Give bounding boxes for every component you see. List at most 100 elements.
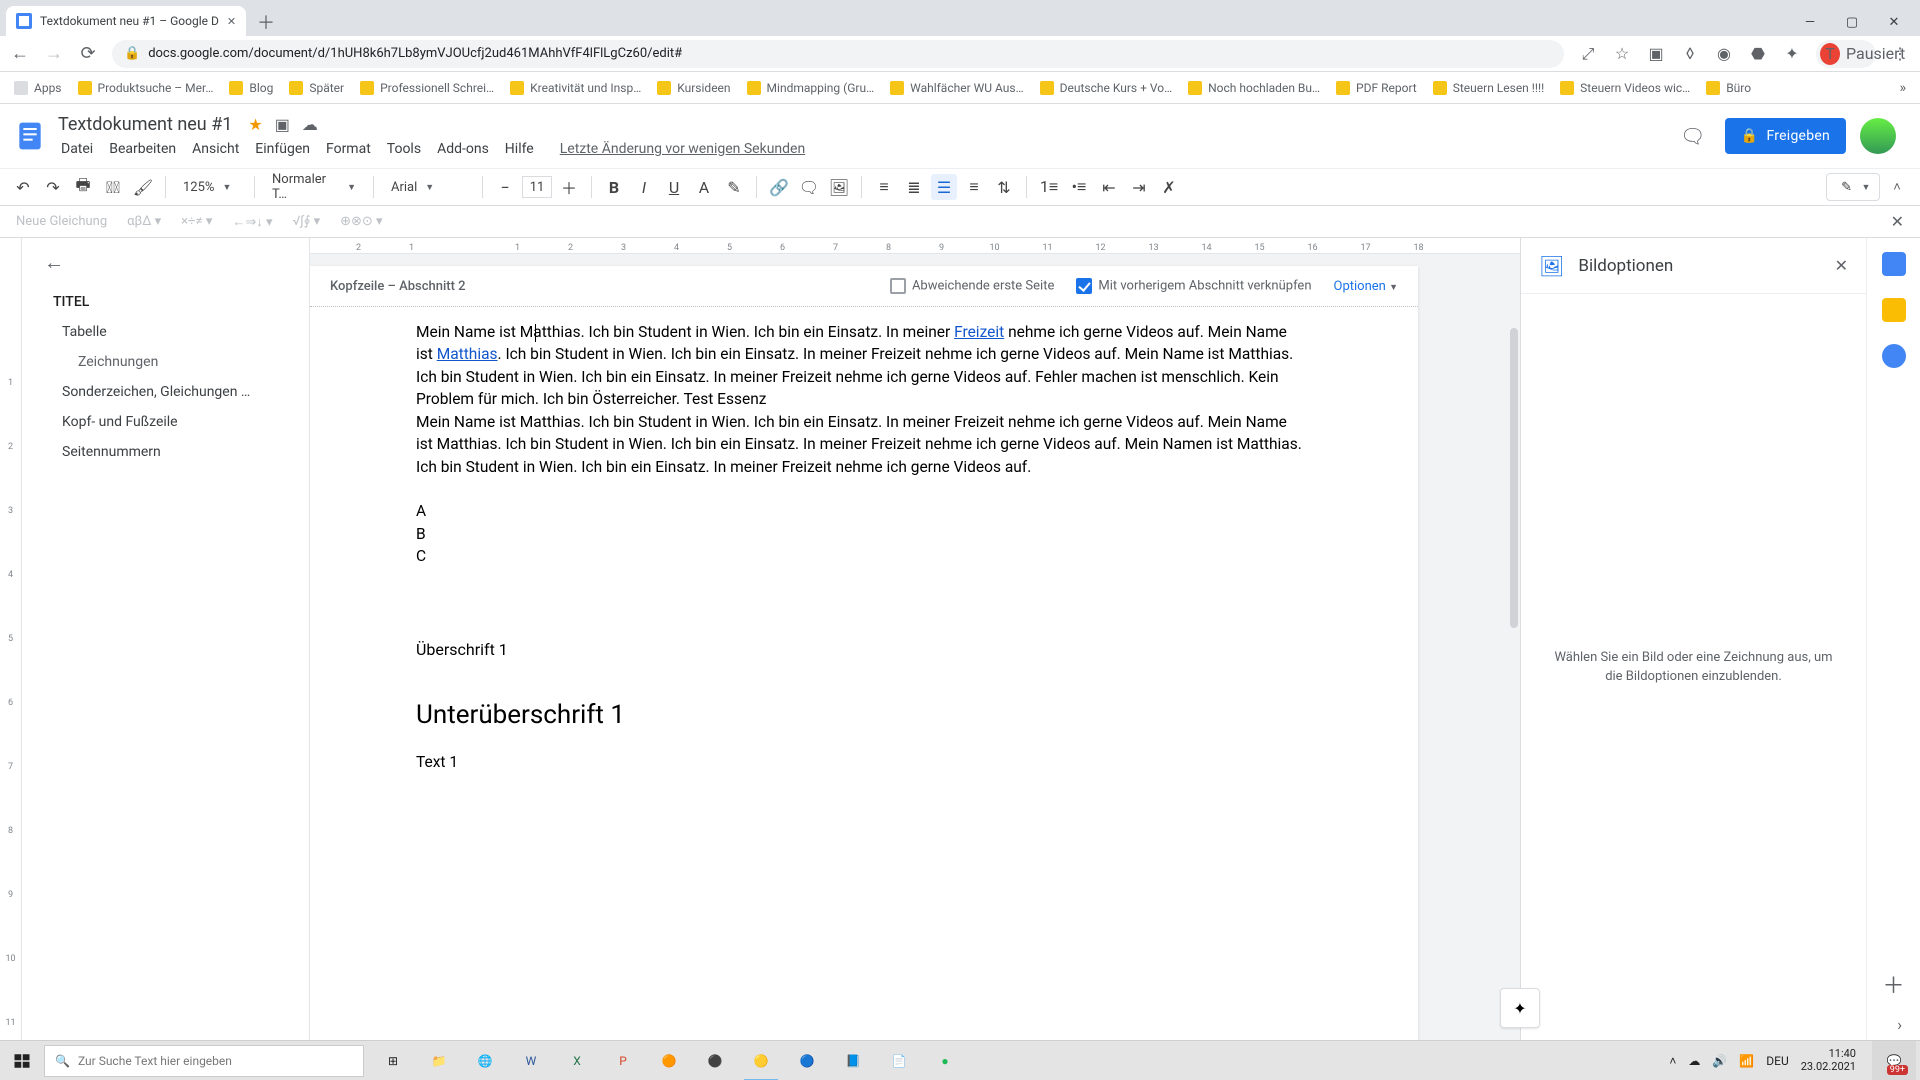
menu-icon[interactable]: ⋮ [1890, 44, 1910, 63]
tasks-app-icon[interactable] [1882, 344, 1906, 368]
task-view-icon[interactable]: ⊞ [370, 1041, 416, 1080]
taskbar-clock[interactable]: 11:4023.02.2021 [1801, 1048, 1860, 1073]
spotify-icon[interactable]: ● [922, 1041, 968, 1080]
menu-addons[interactable]: Add-ons [430, 138, 496, 160]
link-previous-checkbox[interactable]: Mit vorherigem Abschnitt verknüpfen [1076, 278, 1311, 294]
move-doc-icon[interactable]: ▣ [275, 115, 290, 134]
outline-item[interactable]: Tabelle [44, 317, 299, 347]
outline-item[interactable]: Kopf- und Fußzeile [44, 407, 299, 437]
indent-icon[interactable]: ⇥ [1126, 174, 1152, 200]
browser-tab[interactable]: Textdokument neu #1 – Google D ✕ [6, 6, 246, 36]
scrollbar-thumb[interactable] [1510, 328, 1518, 628]
align-center-icon[interactable]: ≣ [901, 174, 927, 200]
bookmark-item[interactable]: Produktsuche – Mer… [78, 81, 214, 95]
numbered-list-icon[interactable]: 1≡ [1036, 174, 1062, 200]
close-equation-bar-icon[interactable]: ✕ [1891, 212, 1904, 231]
align-right-icon[interactable]: ≡ [961, 174, 987, 200]
volume-icon[interactable]: 🔊 [1712, 1054, 1727, 1068]
redo-icon[interactable]: ↷ [40, 174, 66, 200]
outline-back-icon[interactable]: ← [44, 250, 299, 275]
link-icon[interactable]: 🔗 [766, 174, 792, 200]
bookmark-apps[interactable]: Apps [14, 81, 62, 95]
bookmark-item[interactable]: Kursideen [657, 81, 730, 95]
star-icon[interactable]: ☆ [1612, 44, 1632, 63]
editing-mode-button[interactable]: ✎▼ [1826, 173, 1880, 201]
italic-icon[interactable]: I [631, 174, 657, 200]
excel-icon[interactable]: X [554, 1041, 600, 1080]
docs-logo-icon[interactable] [8, 114, 52, 158]
font-size-input[interactable]: 11 [522, 176, 552, 198]
comment-icon[interactable]: 🗨 [796, 174, 822, 200]
comments-icon[interactable]: 🗨 [1675, 118, 1711, 154]
tray-overflow-icon[interactable]: ˄ [1669, 1054, 1676, 1068]
font-size-dec-icon[interactable]: − [492, 174, 518, 200]
underline-icon[interactable]: U [661, 174, 687, 200]
bulleted-list-icon[interactable]: •≡ [1066, 174, 1092, 200]
ext1-icon[interactable]: ◊ [1680, 44, 1700, 63]
bookmark-item[interactable]: Professionell Schrei… [360, 81, 494, 95]
eq-calc-icon[interactable]: √∫∮ ▾ [293, 214, 321, 229]
keep-app-icon[interactable] [1882, 298, 1906, 322]
menu-tools[interactable]: Tools [380, 138, 428, 160]
highlight-icon[interactable]: ✎ [721, 174, 747, 200]
eq-arrows-icon[interactable]: ←⇒↓ ▾ [232, 214, 272, 230]
edge-legacy-icon[interactable]: 🌐 [462, 1041, 508, 1080]
action-center-icon[interactable]: 💬99+ [1872, 1041, 1916, 1080]
chrome-icon[interactable]: 🟡 [738, 1041, 784, 1080]
bookmark-item[interactable]: Blog [229, 81, 273, 95]
print-icon[interactable]: 🖶 [70, 174, 96, 200]
outline-item[interactable]: Zeichnungen [44, 347, 299, 377]
close-sidepanel-icon[interactable]: ✕ [1835, 256, 1848, 275]
ext3-icon[interactable]: ⬣ [1748, 44, 1768, 63]
eq-ops-icon[interactable]: ×÷≠ ▾ [181, 214, 212, 229]
last-edit-link[interactable]: Letzte Änderung vor wenigen Sekunden [553, 138, 812, 160]
document-body[interactable]: Mein Name ist Matthias. Ich bin Student … [310, 307, 1418, 813]
menu-ansicht[interactable]: Ansicht [185, 138, 246, 160]
menu-bearbeiten[interactable]: Bearbeiten [102, 138, 183, 160]
notepad-icon[interactable]: 📄 [876, 1041, 922, 1080]
network-icon[interactable]: 📶 [1739, 1054, 1754, 1068]
link-freizeit[interactable]: Freizeit [954, 323, 1004, 341]
document-page[interactable]: Kopfzeile – Abschnitt 2 Abweichende erst… [310, 266, 1418, 1040]
bookmark-item[interactable]: Kreativität und Insp… [510, 81, 641, 95]
different-first-page-checkbox[interactable]: Abweichende erste Seite [890, 278, 1054, 294]
new-equation-button[interactable]: Neue Gleichung [16, 214, 107, 229]
word-icon[interactable]: W [508, 1041, 554, 1080]
input-lang[interactable]: DEU [1766, 1054, 1788, 1068]
new-tab-button[interactable]: ＋ [252, 8, 280, 36]
bookmark-item[interactable]: Steuern Videos wic… [1560, 81, 1690, 95]
minimize-icon[interactable]: — [1790, 8, 1830, 36]
bookmark-item[interactable]: Büro [1706, 81, 1751, 95]
header-options-dropdown[interactable]: Optionen ▼ [1334, 279, 1398, 294]
edge-icon[interactable]: 🔵 [784, 1041, 830, 1080]
account-avatar[interactable] [1860, 118, 1896, 154]
maximize-icon[interactable]: ▢ [1832, 8, 1872, 36]
bookmark-item[interactable]: Steuern Lesen !!!! [1433, 81, 1544, 95]
line-spacing-icon[interactable]: ⇅ [991, 174, 1017, 200]
align-left-icon[interactable]: ≡ [871, 174, 897, 200]
collapse-toolbar-icon[interactable]: ˄ [1884, 179, 1910, 195]
bookmark-item[interactable]: Wahlfächer WU Aus… [890, 81, 1024, 95]
explorer-icon[interactable]: 📁 [416, 1041, 462, 1080]
profile-button[interactable]: T Pausiert [1816, 40, 1876, 68]
font-family-select[interactable]: Arial▼ [383, 174, 473, 200]
star-doc-icon[interactable]: ★ [248, 115, 262, 134]
zoom-select[interactable]: 125%▼ [175, 174, 245, 200]
clear-format-icon[interactable]: ✗ [1156, 174, 1182, 200]
outline-item[interactable]: Sonderzeichen, Gleichungen … [44, 377, 299, 407]
hide-rail-icon[interactable]: › [1897, 1015, 1902, 1034]
font-size-inc-icon[interactable]: ＋ [556, 174, 582, 200]
ext2-icon[interactable]: ◉ [1714, 44, 1734, 63]
cloud-status-icon[interactable]: ☁ [302, 115, 318, 134]
eq-misc-icon[interactable]: ⊕⊗⊙ ▾ [340, 214, 382, 229]
back-icon[interactable]: ← [10, 44, 30, 64]
image-icon[interactable]: 🖼 [826, 174, 852, 200]
qr-icon[interactable]: ▣ [1646, 44, 1666, 63]
menu-datei[interactable]: Datei [54, 138, 100, 160]
page-canvas[interactable]: 21123456789101112131415161718 Kopfzeile … [310, 238, 1520, 1040]
close-window-icon[interactable]: ✕ [1874, 8, 1914, 36]
paragraph-style-select[interactable]: Normaler T…▼ [264, 174, 364, 200]
onedrive-icon[interactable]: ☁ [1688, 1054, 1700, 1068]
doc-title-input[interactable]: Textdokument neu #1 [54, 113, 236, 136]
paint-format-icon[interactable]: 🖌 [130, 174, 156, 200]
